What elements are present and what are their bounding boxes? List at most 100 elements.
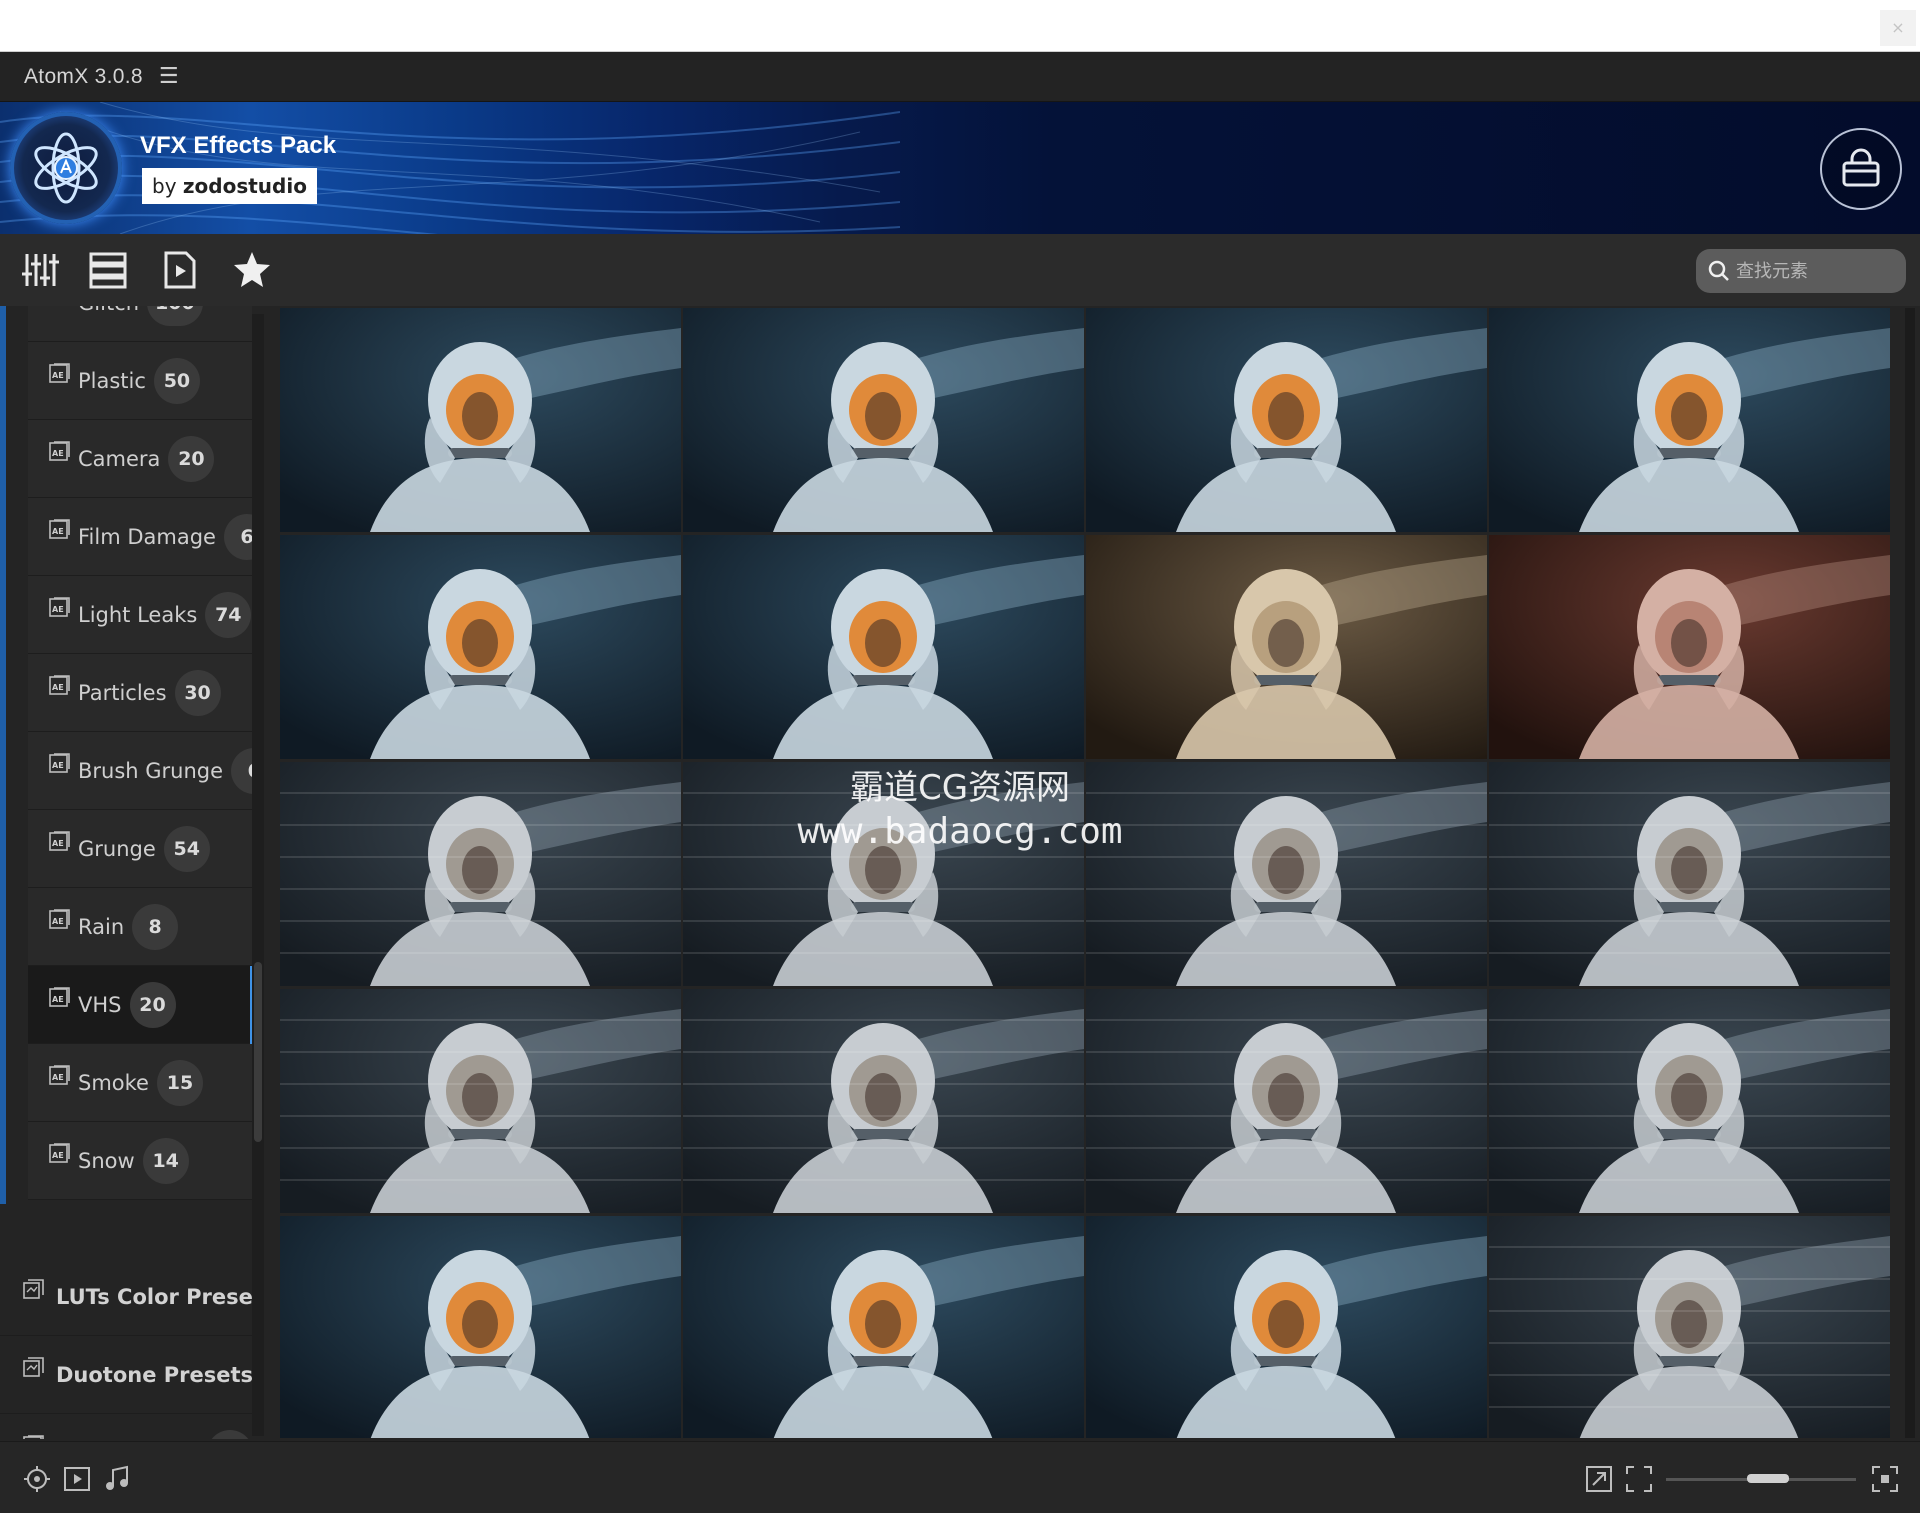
expand-box-icon [1586, 1466, 1612, 1492]
sidebar-item-label: Camera [78, 446, 161, 471]
sidebar-item-film-damage[interactable]: AE Film Damage 6 [28, 498, 264, 576]
sidebar-item-brush-grunge[interactable]: AEBrush Grunge6 [28, 732, 264, 810]
count-badge: 50 [153, 357, 200, 404]
fullscreen-icon [1626, 1466, 1652, 1492]
grid-scrollbar[interactable] [1905, 308, 1915, 1438]
astronaut-preview-image [683, 989, 1084, 1213]
sidebar-item-label: Smoke [78, 1070, 149, 1095]
hamburger-menu-icon[interactable]: ☰ [159, 64, 179, 89]
sidebar-item-rain[interactable]: AE Rain 8 [28, 888, 252, 966]
count-badge: 21 [207, 1429, 254, 1439]
sidebar-item-snow[interactable]: AE Snow 14 [28, 1122, 252, 1200]
sidebar-scrollbar[interactable] [252, 314, 264, 1436]
filters-button[interactable] [18, 248, 62, 292]
pack-name: VFX Effects Pack [140, 132, 337, 159]
favorites-button[interactable] [230, 248, 274, 292]
astronaut-preview-image [280, 535, 681, 759]
preset-thumbnail[interactable] [280, 535, 681, 759]
preset-thumbnail[interactable] [1086, 762, 1487, 986]
astronaut-preview-image [280, 1216, 681, 1438]
pack-banner: VFX Effects Pack by zodostudio [0, 102, 1920, 234]
preset-thumbnail[interactable] [1086, 1216, 1487, 1438]
ae-file-icon: AE [48, 1064, 72, 1088]
list-view-button[interactable] [86, 248, 130, 292]
ae-file-icon: AE [22, 1434, 46, 1439]
atomx-logo [10, 112, 122, 224]
zoom-slider-handle[interactable] [1747, 1474, 1790, 1483]
sidebar-item-label: Light Leaks [78, 602, 198, 627]
sliders-icon [22, 254, 59, 286]
sidebar-item-grunge[interactable]: AE Grunge 54 [28, 810, 252, 888]
sidebar-item-label: VHS [78, 992, 122, 1017]
category-sidebar: AE Glitch 100 AE Plastic 50 AE Camera 20 AE Film D… [0, 306, 264, 1439]
category-luts-color-presets[interactable]: LUTs Color Presets [0, 1258, 264, 1336]
sidebar-item-smoke[interactable]: AE Smoke 15 [28, 1044, 252, 1122]
preset-thumbnail[interactable] [280, 989, 681, 1213]
astronaut-preview-image [280, 989, 681, 1213]
astronaut-preview-image [1086, 762, 1487, 986]
list-view-icon [89, 252, 127, 289]
astronaut-preview-image [1489, 535, 1890, 759]
window-close-button[interactable]: × [1880, 10, 1916, 46]
preset-thumbnail[interactable] [1086, 535, 1487, 759]
search-input[interactable] [1736, 260, 1896, 282]
ae-file-icon: AE [48, 830, 72, 854]
sidebar-item-light-leaks[interactable]: AE Light Leaks 74 [28, 576, 252, 654]
preset-thumbnail[interactable] [1489, 1216, 1890, 1438]
preset-thumbnail[interactable] [1489, 762, 1890, 986]
play-box-icon [64, 1467, 90, 1491]
author-name: zodostudio [182, 174, 307, 198]
search-box[interactable] [1696, 249, 1906, 293]
import-button[interactable] [1584, 1464, 1614, 1494]
preset-thumbnail[interactable] [683, 308, 1084, 532]
grid-size-icon [1872, 1466, 1898, 1492]
video-filter-button[interactable] [62, 1464, 92, 1494]
svg-text:AE: AE [52, 1073, 64, 1082]
ae-file-icon: AE [48, 674, 72, 698]
sidebar-item-plastic[interactable]: AE Plastic 50 [28, 342, 252, 420]
preset-thumbnail[interactable] [1489, 989, 1890, 1213]
app-title-bar: AtomX 3.0.8 ☰ [0, 52, 1920, 102]
sidebar-scroll-thumb[interactable] [254, 962, 262, 1142]
sidebar-item-glitch[interactable]: AE Glitch 100 [28, 306, 252, 342]
ae-file-icon: AE [48, 908, 72, 932]
large-thumbs-button[interactable] [1870, 1464, 1900, 1494]
fit-view-button[interactable] [1624, 1464, 1654, 1494]
preset-thumbnail[interactable] [683, 1216, 1084, 1438]
shop-button[interactable] [1820, 128, 1902, 210]
preset-icon [22, 1278, 46, 1302]
preset-thumbnail[interactable] [1086, 989, 1487, 1213]
audio-filter-button[interactable] [102, 1464, 132, 1494]
sidebar-item-label: Rain [78, 914, 125, 939]
motion-filter-button[interactable] [22, 1464, 52, 1494]
astronaut-preview-image [683, 308, 1084, 532]
star-icon [234, 252, 270, 287]
astronaut-preview-image [683, 1216, 1084, 1438]
sidebar-item-label: Snow [78, 1148, 135, 1173]
sidebar-item-camera[interactable]: AE Camera 20 [28, 420, 252, 498]
preset-thumbnail[interactable] [1489, 308, 1890, 532]
sidebar-item-label: Film Damage [78, 524, 216, 549]
preset-thumbnail[interactable] [280, 308, 681, 532]
media-preview-button[interactable] [158, 248, 202, 292]
by-prefix: by [152, 174, 177, 198]
preset-thumbnail[interactable] [683, 762, 1084, 986]
count-badge: 20 [129, 981, 176, 1028]
subcategory-list: AE Glitch 100 AE Plastic 50 AE Camera 20 AE Film D… [28, 306, 264, 1200]
preset-thumbnail[interactable] [683, 989, 1084, 1213]
category-duotone-presets[interactable]: Duotone Presets [0, 1336, 253, 1414]
bottom-bar [0, 1441, 1920, 1513]
count-badge: 20 [168, 435, 215, 482]
preset-thumbnail[interactable] [683, 535, 1084, 759]
subcategory-indent-bar [0, 306, 6, 1204]
preset-thumbnail[interactable] [1489, 535, 1890, 759]
astronaut-preview-image [1086, 535, 1487, 759]
preset-thumbnail[interactable] [280, 762, 681, 986]
preset-thumbnail[interactable] [1086, 308, 1487, 532]
preset-thumbnail[interactable] [280, 1216, 681, 1438]
sidebar-item-particles[interactable]: AE Particles 30 [28, 654, 252, 732]
category-background[interactable]: AEBackground21 [0, 1414, 254, 1439]
astronaut-preview-image [683, 762, 1084, 986]
target-icon [24, 1466, 50, 1492]
sidebar-item-vhs[interactable]: AE VHS 20 [28, 966, 254, 1044]
